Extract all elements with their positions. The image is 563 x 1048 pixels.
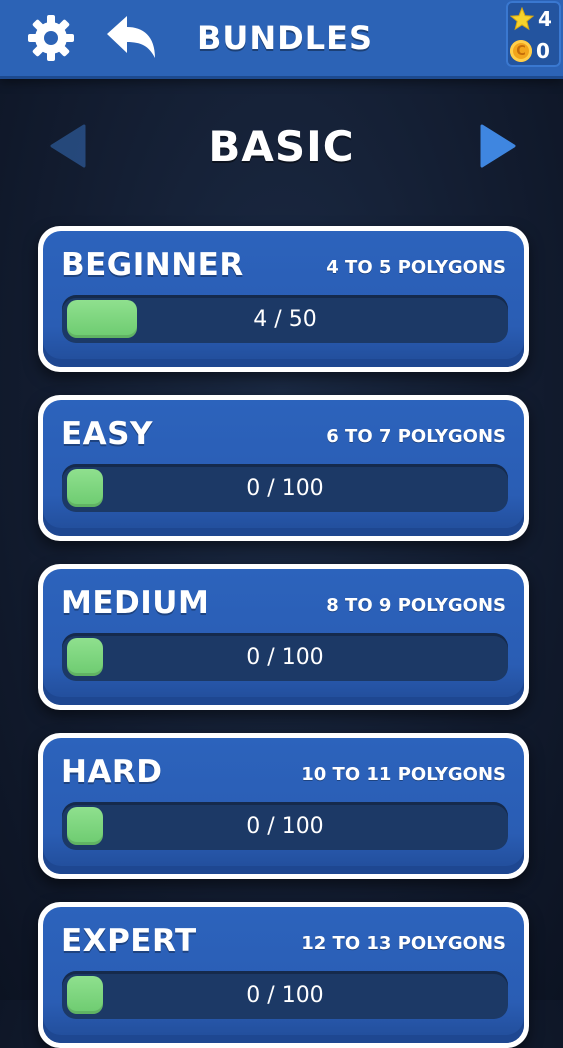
progress-text: 0 / 100 xyxy=(246,644,324,670)
bundle-progress-bar: 0 / 100 xyxy=(62,633,508,681)
bundle-name: HARD xyxy=(61,754,163,790)
bundle-card-beginner[interactable]: BEGINNER 4 TO 5 POLYGONS 4 / 50 xyxy=(38,226,529,372)
bundle-name: BEGINNER xyxy=(61,247,244,283)
bundle-card-medium[interactable]: MEDIUM 8 TO 9 POLYGONS 0 / 100 xyxy=(38,564,529,710)
progress-text: 0 / 100 xyxy=(246,475,324,501)
bundle-progress-bar: 4 / 50 xyxy=(62,295,508,343)
bundle-progress-bar: 0 / 100 xyxy=(62,802,508,850)
progress-text: 0 / 100 xyxy=(246,982,324,1008)
bundle-card-hard[interactable]: HARD 10 TO 11 POLYGONS 0 / 100 xyxy=(38,733,529,879)
bundle-card-body: EASY 6 TO 7 POLYGONS 0 / 100 xyxy=(43,400,524,536)
bundle-card-body: BEGINNER 4 TO 5 POLYGONS 4 / 50 xyxy=(43,231,524,367)
bundle-card-easy[interactable]: EASY 6 TO 7 POLYGONS 0 / 100 xyxy=(38,395,529,541)
bundle-card-expert[interactable]: EXPERT 12 TO 13 POLYGONS 0 / 100 xyxy=(38,902,529,1048)
bundle-name: EASY xyxy=(61,416,153,452)
progress-text: 4 / 50 xyxy=(253,306,317,332)
bundle-list: BEGINNER 4 TO 5 POLYGONS 4 / 50 EASY 6 T… xyxy=(0,0,563,1048)
progress-text: 0 / 100 xyxy=(246,813,324,839)
bundle-name: EXPERT xyxy=(61,923,197,959)
bundle-polygon-range: 6 TO 7 POLYGONS xyxy=(326,426,506,447)
bundle-polygon-range: 4 TO 5 POLYGONS xyxy=(326,257,506,278)
bundle-name: MEDIUM xyxy=(61,585,210,621)
bundle-polygon-range: 10 TO 11 POLYGONS xyxy=(301,764,506,785)
bundle-progress-bar: 0 / 100 xyxy=(62,971,508,1019)
bundle-polygon-range: 8 TO 9 POLYGONS xyxy=(326,595,506,616)
bundle-polygon-range: 12 TO 13 POLYGONS xyxy=(301,933,506,954)
bundle-card-body: HARD 10 TO 11 POLYGONS 0 / 100 xyxy=(43,738,524,874)
bundle-card-body: EXPERT 12 TO 13 POLYGONS 0 / 100 xyxy=(43,907,524,1043)
bundle-progress-bar: 0 / 100 xyxy=(62,464,508,512)
bundle-card-body: MEDIUM 8 TO 9 POLYGONS 0 / 100 xyxy=(43,569,524,705)
